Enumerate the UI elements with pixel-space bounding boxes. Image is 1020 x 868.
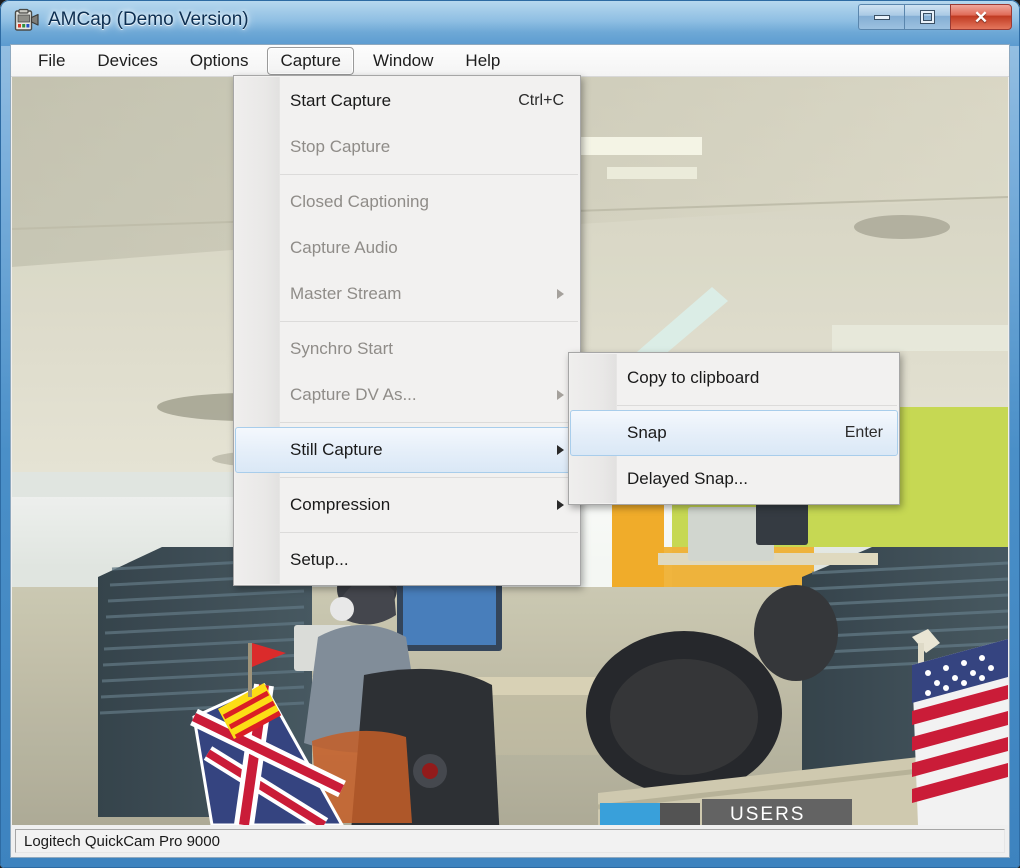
menu-item-label: Capture DV As... — [290, 385, 417, 404]
menu-item-label: Stop Capture — [290, 137, 391, 156]
menu-item-label: Compression — [290, 495, 391, 514]
menubar: File Devices Options Capture Window Help — [11, 45, 1009, 77]
menu-item-label: Setup... — [290, 550, 349, 569]
titlebar[interactable]: AMCap (Demo Version) ✕ — [0, 0, 1020, 44]
window-title: AMCap (Demo Version) — [48, 9, 249, 30]
close-button[interactable]: ✕ — [950, 4, 1012, 30]
menu-item-stop-capture: Stop Capture — [235, 124, 579, 170]
menu-item-snap[interactable]: Snap Enter — [570, 410, 898, 456]
menu-item-label: Delayed Snap... — [627, 469, 748, 488]
menubar-item-devices[interactable]: Devices — [84, 47, 170, 75]
menu-item-start-capture[interactable]: Start Capture Ctrl+C — [235, 78, 579, 124]
menu-separator — [280, 321, 578, 322]
menu-separator — [280, 477, 578, 478]
menu-item-label: Start Capture — [290, 91, 392, 110]
window-controls: ✕ — [858, 4, 1012, 34]
menu-item-setup[interactable]: Setup... — [235, 537, 579, 583]
chevron-right-icon — [557, 390, 564, 400]
menu-separator — [280, 174, 578, 175]
menu-item-copy-to-clipboard[interactable]: Copy to clipboard — [570, 355, 898, 401]
menu-item-closed-captioning: Closed Captioning — [235, 179, 579, 225]
maximize-icon — [921, 11, 934, 23]
statusbar: Logitech QuickCam Pro 9000 — [11, 825, 1009, 857]
menu-separator — [280, 532, 578, 533]
menu-item-capture-audio: Capture Audio — [235, 225, 579, 271]
menu-item-label: Copy to clipboard — [627, 368, 760, 387]
minimize-button[interactable] — [858, 4, 904, 30]
capture-dropdown-menu: Start Capture Ctrl+C Stop Capture Closed… — [233, 75, 581, 586]
menu-item-label: Still Capture — [290, 440, 383, 459]
status-device-text: Logitech QuickCam Pro 9000 — [15, 829, 1005, 853]
menu-item-synchro-start: Synchro Start — [235, 326, 579, 372]
menubar-item-capture[interactable]: Capture — [267, 46, 354, 75]
chevron-right-icon — [557, 445, 564, 455]
menu-item-label: Synchro Start — [290, 339, 393, 358]
still-capture-submenu: Copy to clipboard Snap Enter Delayed Sna… — [568, 352, 900, 505]
menubar-item-file[interactable]: File — [25, 47, 78, 75]
menu-item-label: Closed Captioning — [290, 192, 429, 211]
menu-item-capture-dv-as: Capture DV As... — [235, 372, 579, 418]
menu-separator — [280, 422, 578, 423]
menu-item-master-stream: Master Stream — [235, 271, 579, 317]
menubar-item-options[interactable]: Options — [177, 47, 262, 75]
close-icon: ✕ — [973, 7, 989, 27]
camcorder-icon — [14, 8, 40, 34]
menu-item-delayed-snap[interactable]: Delayed Snap... — [570, 456, 898, 502]
maximize-button[interactable] — [904, 4, 950, 30]
menu-separator — [615, 405, 897, 406]
menubar-item-window[interactable]: Window — [360, 47, 446, 75]
application-window: AMCap (Demo Version) ✕ File Devices Opti… — [0, 0, 1020, 868]
menu-item-label: Snap — [627, 423, 667, 442]
chevron-right-icon — [557, 289, 564, 299]
menu-item-label: Master Stream — [290, 284, 402, 303]
chevron-right-icon — [557, 500, 564, 510]
menu-item-still-capture[interactable]: Still Capture — [235, 427, 579, 473]
menu-item-accel: Enter — [844, 424, 883, 441]
minimize-icon — [874, 15, 889, 19]
menu-item-compression[interactable]: Compression — [235, 482, 579, 528]
menubar-item-help[interactable]: Help — [452, 47, 513, 75]
menu-item-accel: Ctrl+C — [518, 92, 564, 109]
menu-item-label: Capture Audio — [290, 238, 398, 257]
